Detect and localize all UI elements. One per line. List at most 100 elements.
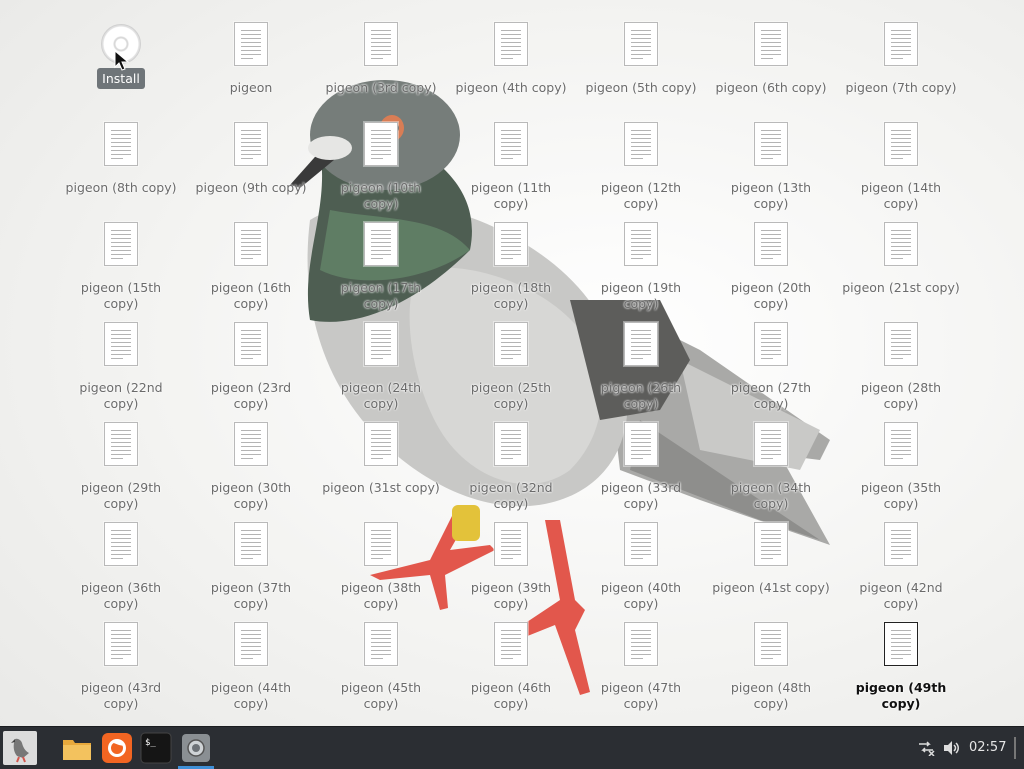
text-document-icon [234, 522, 268, 566]
desktop-file-icon[interactable]: pigeon (28th copy) [841, 320, 961, 416]
desktop-file-icon[interactable]: pigeon (37th copy) [191, 520, 311, 616]
desktop-file-icon[interactable]: pigeon (44th copy) [191, 620, 311, 716]
desktop-file-icon[interactable]: pigeon (43rd copy) [61, 620, 181, 716]
desktop-file-label: pigeon (39th copy) [470, 580, 552, 611]
desktop-file-icon[interactable]: pigeon (3rd copy) [321, 20, 441, 116]
desktop-file-label: pigeon (40th copy) [600, 580, 682, 611]
desktop-file-label: pigeon (9th copy) [195, 180, 307, 195]
desktop-file-icon[interactable]: pigeon (27th copy) [711, 320, 831, 416]
desktop-file-icon[interactable]: pigeon (45th copy) [321, 620, 441, 716]
desktop-file-icon[interactable]: pigeon (42nd copy) [841, 520, 961, 616]
terminal-icon: $_ [140, 732, 172, 764]
desktop-file-icon[interactable]: pigeon (23rd copy) [191, 320, 311, 416]
clock[interactable]: 02:57 [969, 740, 1006, 755]
desktop-file-icon[interactable]: pigeon (49th copy) [841, 620, 961, 716]
volume-icon[interactable] [943, 740, 961, 756]
desktop-file-icon[interactable]: pigeon (32nd copy) [451, 420, 571, 516]
mouse-cursor-icon [114, 50, 130, 71]
firefox-launcher[interactable] [101, 732, 133, 764]
desktop-file-icon[interactable]: pigeon (46th copy) [451, 620, 571, 716]
text-document-icon [234, 22, 268, 66]
desktop-file-icon[interactable]: pigeon (29th copy) [61, 420, 181, 516]
desktop-file-icon[interactable]: pigeon (8th copy) [61, 120, 181, 216]
panel-menu-icon[interactable] [1012, 737, 1018, 759]
desktop-file-label: pigeon (28th copy) [860, 380, 942, 411]
desktop-file-icon[interactable]: pigeon (21st copy) [841, 220, 961, 316]
desktop-file-label: pigeon (26th copy) [600, 380, 682, 411]
desktop-file-icon[interactable]: pigeon (12th copy) [581, 120, 701, 216]
desktop-file-icon[interactable]: pigeon (26th copy) [581, 320, 701, 416]
desktop-file-icon[interactable]: pigeon (20th copy) [711, 220, 831, 316]
desktop-file-icon[interactable]: pigeon (5th copy) [581, 20, 701, 116]
text-document-icon [234, 622, 268, 666]
desktop-file-label: pigeon (45th copy) [340, 680, 422, 711]
desktop-file-label: pigeon (11th copy) [470, 180, 552, 211]
desktop-file-icon[interactable]: pigeon [191, 20, 311, 116]
desktop-file-label: pigeon (35th copy) [860, 480, 942, 511]
desktop-file-icon[interactable]: pigeon (9th copy) [191, 120, 311, 216]
desktop-file-icon[interactable]: pigeon (36th copy) [61, 520, 181, 616]
desktop-file-label: pigeon (15th copy) [80, 280, 162, 311]
desktop-file-icon[interactable]: pigeon (40th copy) [581, 520, 701, 616]
desktop-file-icon[interactable]: pigeon (31st copy) [321, 420, 441, 516]
start-menu-button[interactable] [3, 731, 37, 765]
desktop-file-icon[interactable]: pigeon (30th copy) [191, 420, 311, 516]
text-document-icon [754, 422, 788, 466]
text-document-icon [754, 122, 788, 166]
network-disconnected-icon[interactable] [917, 740, 935, 756]
text-document-icon [624, 322, 658, 366]
desktop-file-label: pigeon (34th copy) [730, 480, 812, 511]
desktop-file-icon[interactable]: pigeon (35th copy) [841, 420, 961, 516]
desktop-file-icon[interactable]: pigeon (13th copy) [711, 120, 831, 216]
desktop-file-label: pigeon (19th copy) [600, 280, 682, 311]
desktop-file-icon[interactable]: pigeon (16th copy) [191, 220, 311, 316]
desktop-file-icon[interactable]: pigeon (33rd copy) [581, 420, 701, 516]
file-manager-launcher[interactable] [61, 732, 93, 764]
desktop-file-icon[interactable]: pigeon (25th copy) [451, 320, 571, 416]
desktop-file-icon[interactable]: pigeon (10th copy) [321, 120, 441, 216]
desktop-file-label: pigeon (42nd copy) [859, 580, 943, 611]
desktop-file-icon[interactable]: pigeon (18th copy) [451, 220, 571, 316]
desktop-file-icon[interactable]: pigeon (22nd copy) [61, 320, 181, 416]
desktop-file-icon[interactable]: pigeon (48th copy) [711, 620, 831, 716]
desktop-file-icon[interactable]: pigeon (4th copy) [451, 20, 571, 116]
desktop[interactable]: Install pigeon (8th copy) pigeon (15th co… [0, 0, 1024, 726]
text-document-icon [104, 522, 138, 566]
desktop-file-icon[interactable]: pigeon (24th copy) [321, 320, 441, 416]
desktop-file-icon[interactable]: pigeon (11th copy) [451, 120, 571, 216]
desktop-file-label: pigeon (48th copy) [730, 680, 812, 711]
desktop-file-label: pigeon (7th copy) [845, 80, 957, 95]
desktop-file-icon[interactable]: pigeon (15th copy) [61, 220, 181, 316]
text-document-icon [104, 622, 138, 666]
screenshot-launcher[interactable] [180, 732, 212, 764]
desktop-file-icon[interactable]: pigeon (47th copy) [581, 620, 701, 716]
desktop-file-label: pigeon (36th copy) [80, 580, 162, 611]
svg-text:$_: $_ [145, 738, 156, 748]
desktop-file-icon[interactable]: pigeon (6th copy) [711, 20, 831, 116]
text-document-icon [884, 122, 918, 166]
desktop-file-label: pigeon (23rd copy) [210, 380, 292, 411]
desktop-file-label: pigeon (43rd copy) [80, 680, 162, 711]
desktop-file-icon[interactable]: pigeon (17th copy) [321, 220, 441, 316]
desktop-file-label: pigeon (21st copy) [842, 280, 960, 295]
desktop-file-icon[interactable]: pigeon (38th copy) [321, 520, 441, 616]
text-document-icon [234, 422, 268, 466]
text-document-icon [754, 322, 788, 366]
text-document-icon [364, 522, 398, 566]
desktop-file-icon[interactable]: pigeon (14th copy) [841, 120, 961, 216]
text-document-icon [494, 22, 528, 66]
desktop-file-icon[interactable]: pigeon (7th copy) [841, 20, 961, 116]
desktop-file-icon[interactable]: pigeon (19th copy) [581, 220, 701, 316]
desktop-file-label: pigeon (38th copy) [340, 580, 422, 611]
desktop-file-label: pigeon (49th copy) [855, 680, 947, 711]
desktop-file-icon[interactable]: pigeon (41st copy) [711, 520, 831, 616]
desktop-file-icon[interactable]: pigeon (39th copy) [451, 520, 571, 616]
desktop-file-label: pigeon (12th copy) [600, 180, 682, 211]
desktop-file-label: pigeon (13th copy) [730, 180, 812, 211]
desktop-file-icon[interactable]: pigeon (34th copy) [711, 420, 831, 516]
text-document-icon [754, 22, 788, 66]
desktop-file-label: pigeon (17th copy) [340, 280, 422, 311]
text-document-icon [494, 622, 528, 666]
terminal-launcher[interactable]: $_ [140, 732, 172, 764]
desktop-file-label: pigeon (25th copy) [470, 380, 552, 411]
